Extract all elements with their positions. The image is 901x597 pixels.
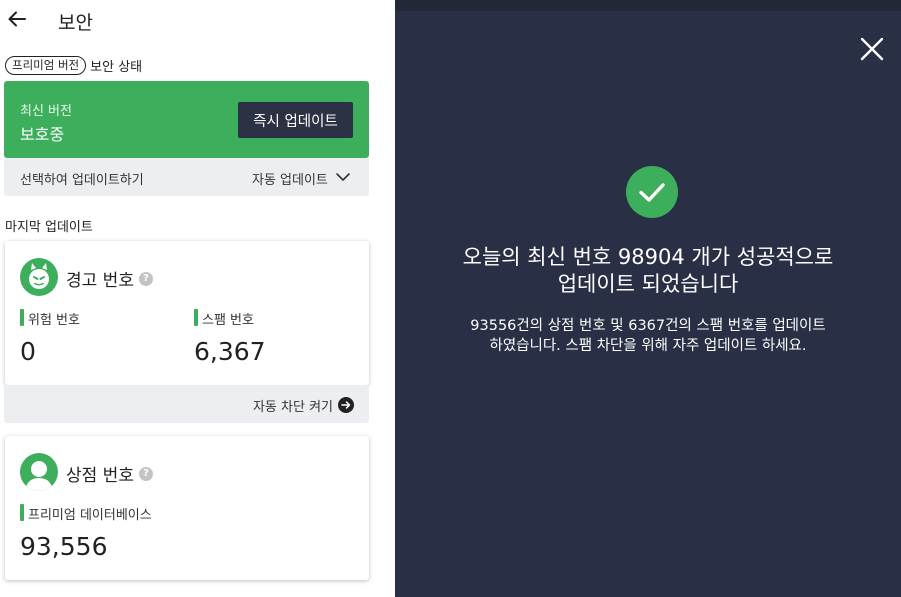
- manual-update-label: 선택하여 업데이트하기: [20, 173, 144, 188]
- protection-state: 보호중: [20, 125, 65, 144]
- close-icon[interactable]: [860, 37, 884, 61]
- person-icon: [20, 453, 58, 491]
- check-circle-icon: [626, 166, 678, 218]
- shop-title-text: 상점 번호: [66, 466, 134, 486]
- chevron-down-icon[interactable]: [335, 170, 351, 184]
- danger-number-value: 0: [20, 337, 36, 366]
- page-title: 보안: [58, 12, 93, 34]
- overlay-top-strip: [395, 0, 901, 11]
- title-line-2: 업데이트 되었습니다: [557, 272, 739, 296]
- help-icon[interactable]: ?: [138, 271, 153, 286]
- security-status-label: 보안 상태: [90, 59, 143, 75]
- title-line-1: 오늘의 최신 번호 98904 개가 성공적으로: [462, 245, 834, 269]
- auto-block-label: 자동 차단 켜기: [252, 400, 333, 415]
- shop-numbers-card: 상점 번호 ? 프리미엄 데이터베이스 93,556: [5, 436, 369, 580]
- desc-line-2: 하였습니다. 스팸 차단을 위해 자주 업데이트 하세요.: [489, 338, 807, 354]
- spam-number-label: 스팸 번호: [194, 309, 254, 328]
- update-success-title: 오늘의 최신 번호 98904 개가 성공적으로 업데이트 되었습니다: [395, 244, 901, 298]
- security-status-row: 프리미엄 버전 보안 상태: [5, 55, 142, 75]
- last-update-label: 마지막 업데이트: [5, 220, 93, 235]
- devil-icon: [20, 258, 58, 296]
- auto-block-bar[interactable]: 자동 차단 켜기: [4, 385, 369, 423]
- auto-update-dropdown[interactable]: 자동 업데이트: [252, 169, 328, 188]
- danger-number-label: 위험 번호: [20, 309, 80, 328]
- premium-db-label: 프리미엄 데이터베이스: [20, 504, 152, 523]
- update-mode-bar[interactable]: 선택하여 업데이트하기 자동 업데이트: [4, 158, 369, 196]
- shop-card-title: 상점 번호 ?: [66, 461, 153, 486]
- protection-status-card: 최신 버전 보호중 즉시 업데이트: [4, 81, 369, 158]
- warning-card-title: 경고 번호 ?: [66, 266, 153, 291]
- top-bar: 보안: [0, 0, 395, 44]
- premium-badge: 프리미엄 버전: [5, 55, 87, 75]
- arrow-right-circle-icon[interactable]: [338, 397, 354, 413]
- update-success-description: 93556건의 상점 번호 및 6367건의 스팸 번호를 업데이트 하였습니다…: [395, 316, 901, 356]
- premium-db-value: 93,556: [20, 532, 108, 561]
- warning-title-text: 경고 번호: [66, 271, 134, 291]
- back-arrow-icon[interactable]: [6, 8, 28, 30]
- security-screen: 보안 프리미엄 버전 보안 상태 최신 버전 보호중 즉시 업데이트 선택하여 …: [0, 0, 399, 597]
- version-status: 최신 버전: [20, 104, 72, 119]
- desc-line-1: 93556건의 상점 번호 및 6367건의 스팸 번호를 업데이트: [470, 318, 826, 334]
- help-icon[interactable]: ?: [138, 466, 153, 481]
- warning-numbers-card: 경고 번호 ? 위험 번호 0 스팸 번호 6,367: [5, 241, 369, 385]
- update-now-button[interactable]: 즉시 업데이트: [238, 102, 353, 138]
- update-success-overlay: 오늘의 최신 번호 98904 개가 성공적으로 업데이트 되었습니다 9355…: [395, 0, 901, 597]
- spam-number-value: 6,367: [194, 337, 266, 366]
